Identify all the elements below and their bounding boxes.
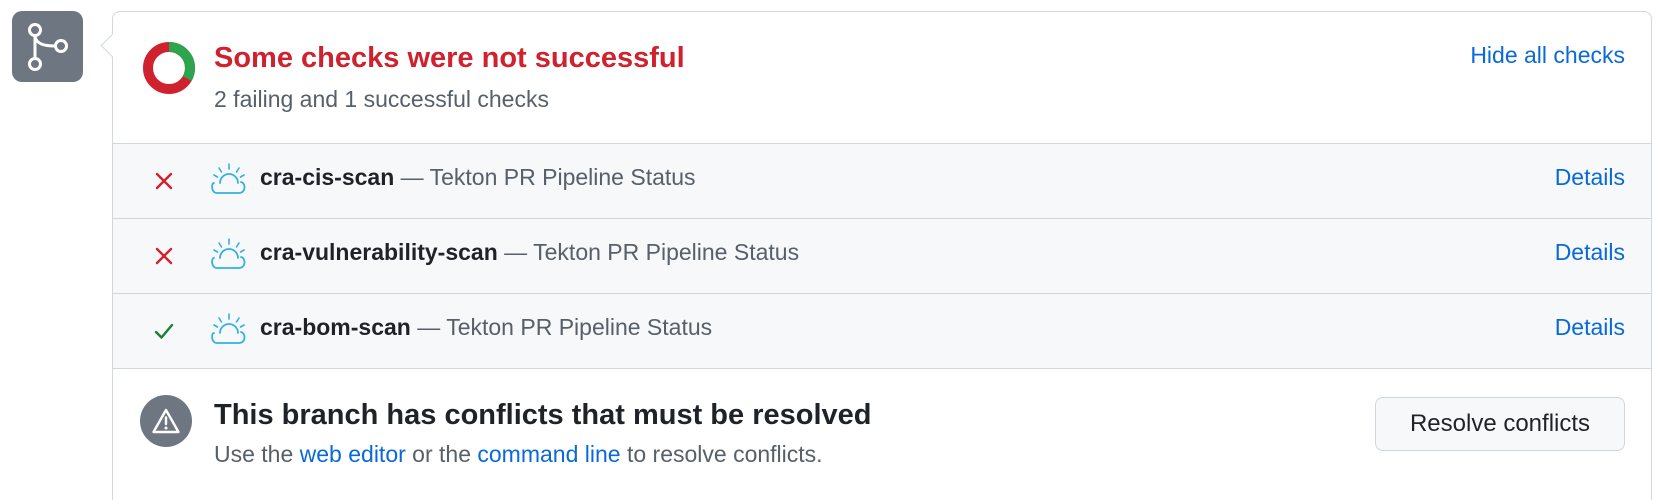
checks-donut-chart <box>143 42 195 94</box>
conflicts-desc-middle: or the <box>405 441 478 467</box>
checks-summary: Some checks were not successful 2 failin… <box>113 12 1651 144</box>
check-description: Tekton PR Pipeline Status <box>446 314 713 340</box>
check-separator: — <box>497 239 534 265</box>
page: Some checks were not successful 2 failin… <box>0 0 1658 500</box>
tekton-cloud-icon <box>211 313 246 344</box>
check-label: cra-cis-scan — Tekton PR Pipeline Status <box>260 164 696 191</box>
check-description: Tekton PR Pipeline Status <box>429 164 696 190</box>
alert-icon-badge <box>140 395 192 447</box>
checks-title: Some checks were not successful <box>214 42 685 74</box>
merge-conflicts-section: This branch has conflicts that must be r… <box>113 369 1651 500</box>
git-branch-icon <box>27 22 68 71</box>
check-row: cra-vulnerability-scan — Tekton PR Pipel… <box>113 219 1651 294</box>
check-icon <box>154 323 174 339</box>
alert-icon <box>152 408 180 434</box>
hide-all-checks-link[interactable]: Hide all checks <box>1470 42 1625 69</box>
tekton-cloud-icon <box>211 163 246 194</box>
check-row: cra-bom-scan — Tekton PR Pipeline Status… <box>113 294 1651 369</box>
tekton-cloud-icon <box>211 238 246 269</box>
details-link[interactable]: Details <box>1555 239 1625 266</box>
command-line-link[interactable]: command line <box>477 441 620 467</box>
x-icon <box>155 247 173 265</box>
conflicts-description: Use the web editor or the command line t… <box>214 441 823 468</box>
x-icon <box>155 172 173 190</box>
conflicts-desc-prefix: Use the <box>214 441 300 467</box>
check-row: cra-cis-scan — Tekton PR Pipeline Status… <box>113 144 1651 219</box>
branch-badge <box>12 11 83 82</box>
conflicts-desc-suffix: to resolve conflicts. <box>620 441 823 467</box>
web-editor-link[interactable]: web editor <box>300 441 406 467</box>
conflicts-title: This branch has conflicts that must be r… <box>214 399 872 431</box>
check-name: cra-vulnerability-scan <box>260 239 498 265</box>
check-separator: — <box>410 314 447 340</box>
check-name: cra-bom-scan <box>260 314 411 340</box>
merge-box: Some checks were not successful 2 failin… <box>112 11 1652 500</box>
check-description: Tekton PR Pipeline Status <box>533 239 800 265</box>
check-label: cra-bom-scan — Tekton PR Pipeline Status <box>260 314 712 341</box>
resolve-conflicts-button[interactable]: Resolve conflicts <box>1375 397 1625 451</box>
check-name: cra-cis-scan <box>260 164 395 190</box>
details-link[interactable]: Details <box>1555 164 1625 191</box>
check-separator: — <box>394 164 430 190</box>
check-label: cra-vulnerability-scan — Tekton PR Pipel… <box>260 239 799 266</box>
details-link[interactable]: Details <box>1555 314 1625 341</box>
checks-subtitle: 2 failing and 1 successful checks <box>214 86 549 112</box>
